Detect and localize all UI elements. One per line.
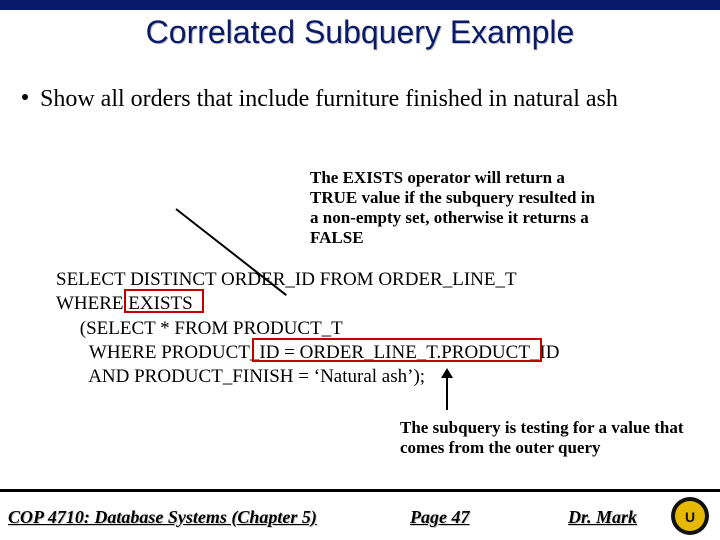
top-bar xyxy=(0,0,720,10)
note-exists: The EXISTS operator will return a TRUE v… xyxy=(310,168,600,248)
note-correlated: The subquery is testing for a value that… xyxy=(400,418,700,458)
arrow-up-icon xyxy=(446,370,448,410)
bullet-dot-icon xyxy=(22,94,28,100)
footer-divider xyxy=(0,489,720,492)
sql-code-block: SELECT DISTINCT ORDER_ID FROM ORDER_LINE… xyxy=(56,268,690,390)
bullet-text: Show all orders that include furniture f… xyxy=(40,86,700,114)
footer: COP 4710: Database Systems (Chapter 5) P… xyxy=(0,494,720,540)
slide-title: Correlated Subquery Example xyxy=(0,14,720,51)
footer-page: Page 47 xyxy=(410,507,469,528)
svg-text:U: U xyxy=(685,509,695,525)
footer-author: Dr. Mark xyxy=(568,507,637,528)
sql-line: SELECT DISTINCT ORDER_ID FROM ORDER_LINE… xyxy=(56,269,517,290)
sql-line: (SELECT * FROM PRODUCT_T xyxy=(56,318,343,339)
slide: Correlated Subquery Example Show all ord… xyxy=(0,0,720,540)
ucf-logo-icon: U xyxy=(670,496,710,536)
highlight-box-correlation xyxy=(252,338,542,362)
highlight-box-exists xyxy=(124,289,204,313)
footer-course: COP 4710: Database Systems (Chapter 5) xyxy=(8,507,317,528)
sql-line: AND PRODUCT_FINISH = ‘Natural ash’); xyxy=(56,366,425,387)
bullet-item: Show all orders that include furniture f… xyxy=(22,86,700,114)
